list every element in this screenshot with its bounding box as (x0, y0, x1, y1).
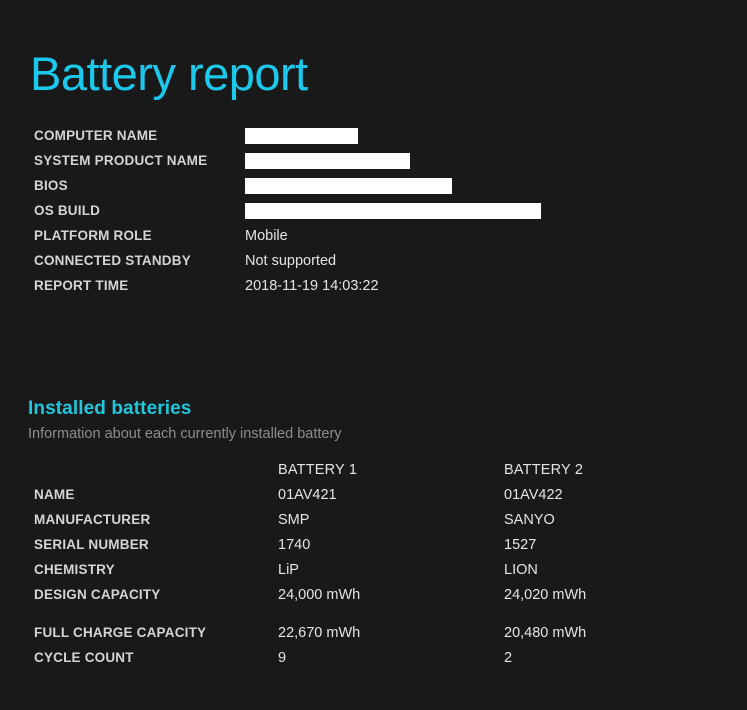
battery2-value: LION (504, 562, 538, 578)
battery2-value: 2 (504, 650, 513, 666)
system-info-row: BIOS (34, 178, 694, 203)
redacted-value-bar (245, 128, 358, 144)
system-info-value: 2018-11-19 14:03:22 (245, 278, 379, 294)
installed-batteries-section: Installed batteries Information about ea… (28, 398, 718, 443)
battery1-value: LiP (278, 562, 299, 578)
system-info-row: SYSTEM PRODUCT NAME (34, 153, 694, 178)
battery-table-row: SERIAL NUMBER 1740 1527 (34, 537, 714, 562)
system-info-label: REPORT TIME (34, 278, 129, 293)
battery-table-row: NAME 01AV421 01AV422 (34, 487, 714, 512)
battery-column-header-1: BATTERY 1 (278, 462, 358, 478)
redacted-value-bar (245, 153, 410, 169)
battery-row-label: NAME (34, 487, 75, 502)
battery2-value: 24,020 mWh (504, 587, 587, 603)
battery-table-row: DESIGN CAPACITY 24,000 mWh 24,020 mWh (34, 587, 714, 612)
system-info-row: PLATFORM ROLE Mobile (34, 228, 694, 253)
battery-row-label: FULL CHARGE CAPACITY (34, 625, 207, 640)
redacted-value-bar (245, 178, 452, 194)
system-info-row: COMPUTER NAME (34, 128, 694, 153)
battery1-value: 9 (278, 650, 287, 666)
battery-comparison-table: BATTERY 1 BATTERY 2 NAME 01AV421 01AV422 MANU… (34, 462, 714, 675)
battery-row-label: CYCLE COUNT (34, 650, 134, 665)
battery1-value: 1740 (278, 537, 311, 553)
system-info-table: COMPUTER NAME SYSTEM PRODUCT NAME BIOS OS B… (34, 128, 694, 303)
redacted-value-bar (245, 203, 541, 219)
system-info-row: REPORT TIME 2018-11-19 14:03:22 (34, 278, 694, 303)
battery-table-row: CYCLE COUNT 9 2 (34, 650, 714, 675)
battery2-value: 1527 (504, 537, 537, 553)
battery1-value: SMP (278, 512, 310, 528)
section-subtitle: Information about each currently install… (28, 425, 342, 442)
battery-column-header-2: BATTERY 2 (504, 462, 584, 478)
system-info-value: Mobile (245, 228, 288, 244)
battery-table-header-row: BATTERY 1 BATTERY 2 (34, 462, 714, 487)
system-info-row: CONNECTED STANDBY Not supported (34, 253, 694, 278)
battery-row-label: MANUFACTURER (34, 512, 151, 527)
system-info-label: OS BUILD (34, 203, 101, 218)
system-info-row: OS BUILD (34, 203, 694, 228)
page-title: Battery report (30, 47, 308, 101)
battery-table-row: FULL CHARGE CAPACITY 22,670 mWh 20,480 mWh (34, 625, 714, 650)
battery-table-row: CHEMISTRY LiP LION (34, 562, 714, 587)
section-heading: Installed batteries (28, 398, 192, 419)
battery2-value: 01AV422 (504, 487, 563, 503)
battery-report-page: Battery report COMPUTER NAME SYSTEM PRODU… (0, 0, 747, 710)
battery-row-label: CHEMISTRY (34, 562, 115, 577)
system-info-label: PLATFORM ROLE (34, 228, 152, 243)
battery-row-label: SERIAL NUMBER (34, 537, 149, 552)
battery1-value: 24,000 mWh (278, 587, 361, 603)
battery-row-label: DESIGN CAPACITY (34, 587, 161, 602)
system-info-label: SYSTEM PRODUCT NAME (34, 153, 208, 168)
system-info-label: BIOS (34, 178, 68, 193)
battery1-value: 22,670 mWh (278, 625, 361, 641)
system-info-label: CONNECTED STANDBY (34, 253, 191, 268)
system-info-value: Not supported (245, 253, 337, 269)
battery-table-row: MANUFACTURER SMP SANYO (34, 512, 714, 537)
battery1-value: 01AV421 (278, 487, 337, 503)
system-info-label: COMPUTER NAME (34, 128, 158, 143)
battery2-value: SANYO (504, 512, 555, 528)
battery2-value: 20,480 mWh (504, 625, 587, 641)
